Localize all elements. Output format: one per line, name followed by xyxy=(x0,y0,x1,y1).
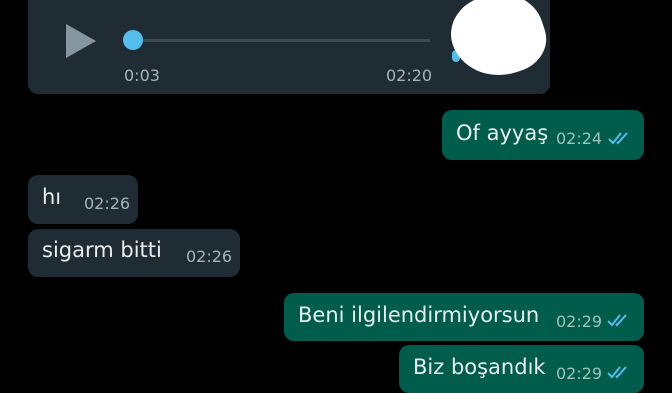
message-bubble-outgoing[interactable]: Beni ilgilendirmiyorsun 02:29 xyxy=(284,293,644,341)
play-icon[interactable] xyxy=(66,24,96,58)
message-time: 02:26 xyxy=(84,194,131,213)
message-time: 02:24 xyxy=(556,129,603,148)
message-time: 02:29 xyxy=(556,364,603,383)
message-text: Biz boşandık xyxy=(413,355,546,379)
message-text: sigarm bitti xyxy=(42,238,162,262)
message-bubble-incoming[interactable]: sigarm bitti 02:26 xyxy=(28,229,240,277)
voice-elapsed-time: 0:03 xyxy=(124,66,160,85)
avatar xyxy=(441,0,555,89)
message-text: hı xyxy=(42,185,62,209)
read-receipt-icon xyxy=(608,132,628,145)
audio-progress-track[interactable] xyxy=(134,39,430,42)
voice-message-bubble: 0:03 02:20 xyxy=(28,0,555,94)
message-bubble-outgoing[interactable]: Of ayyaş 02:24 xyxy=(442,110,644,160)
voice-message-timestamp: 02:20 xyxy=(386,66,433,85)
message-time: 02:29 xyxy=(556,312,603,331)
message-text: Of ayyaş xyxy=(456,121,549,145)
read-receipt-icon xyxy=(607,314,627,327)
audio-seek-handle[interactable] xyxy=(123,30,143,50)
message-bubble-outgoing[interactable]: Biz boşandık 02:29 xyxy=(399,345,644,393)
message-bubble-incoming[interactable]: hı 02:26 xyxy=(28,175,138,224)
message-text: Beni ilgilendirmiyorsun xyxy=(298,303,540,327)
message-time: 02:26 xyxy=(186,247,233,266)
